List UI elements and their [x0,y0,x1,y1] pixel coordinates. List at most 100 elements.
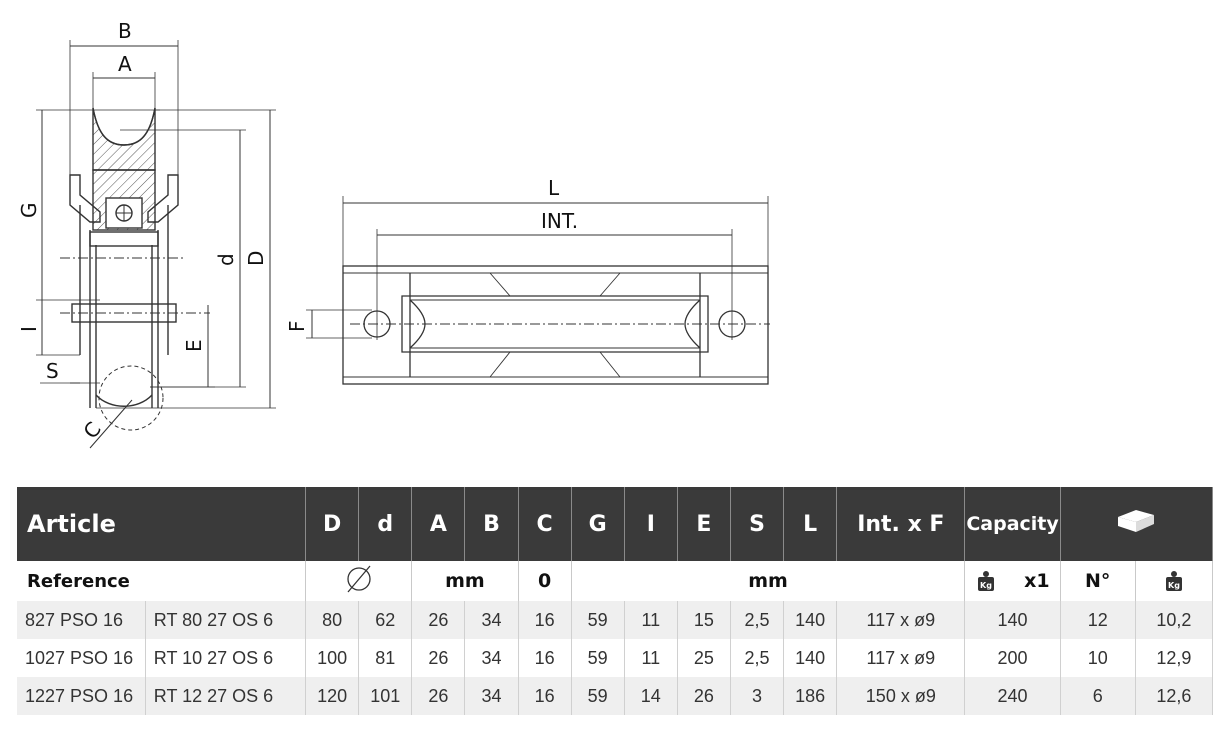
cell-D: 120 [305,677,360,715]
technical-drawing: B A G d D I E S C L INT. F [17,19,770,449]
dim-label-i: I [17,326,41,332]
units-capacity: Kg x1 [964,561,1061,601]
units-count: N° [1060,561,1136,601]
cell-d: 101 [358,677,413,715]
cell-intf: 117 x ø9 [836,639,966,677]
cell-I: 11 [624,639,678,677]
top-view-labels: L INT. F [285,176,578,332]
top-view [306,196,770,385]
col-header-d: d [358,487,413,561]
cell-ref2: RT 10 27 OS 6 [145,639,307,677]
col-header-C: C [518,487,572,561]
col-header-B: B [464,487,519,561]
cell-count: 12 [1060,601,1136,639]
cell-weight: 10,2 [1135,601,1214,639]
units-reference: Reference [17,561,307,601]
units-x1: x1 [1024,569,1050,592]
cell-L: 186 [783,677,838,715]
col-header-capacity: Capacity [964,487,1061,561]
units-mm-gl: mm [571,561,966,601]
cell-D: 80 [305,601,360,639]
cell-S: 3 [730,677,785,715]
units-diameter [305,561,413,601]
table-row: 827 PSO 16 RT 80 27 OS 6 80 62 26 34 16 … [17,601,1214,639]
weight-kg-icon: Kg [978,571,995,592]
side-view-labels: B A G d D I E S C [17,19,268,443]
cell-G: 59 [571,677,625,715]
cell-intf: 150 x ø9 [836,677,966,715]
cell-count: 6 [1060,677,1136,715]
dim-label-int: INT. [541,209,578,233]
dim-label-b: B [118,19,132,43]
cell-weight: 12,6 [1135,677,1214,715]
cell-ref: 1027 PSO 16 [17,639,146,677]
cell-B: 34 [464,677,519,715]
cell-G: 59 [571,601,625,639]
cell-C: 16 [518,677,572,715]
col-header-I: I [624,487,678,561]
cell-weight: 12,9 [1135,639,1214,677]
cell-B: 34 [464,601,519,639]
table-row: 1027 PSO 16 RT 10 27 OS 6 100 81 26 34 1… [17,639,1214,677]
svg-text:Kg: Kg [980,581,992,590]
cell-C: 16 [518,601,572,639]
col-header-article: Article [17,487,307,561]
dim-label-l: L [548,176,560,200]
cell-ref2: RT 80 27 OS 6 [145,601,307,639]
col-header-packaging [1060,487,1214,561]
col-header-D: D [305,487,360,561]
cell-E: 26 [677,677,731,715]
cell-count: 10 [1060,639,1136,677]
cell-intf: 117 x ø9 [836,601,966,639]
cell-capacity: 240 [964,677,1061,715]
col-header-intf: Int. x F [836,487,966,561]
cell-L: 140 [783,639,838,677]
table-header-row: Article D d A B C G I E S L Int. x F Cap… [17,487,1214,561]
side-view [36,40,276,449]
cell-d: 62 [358,601,413,639]
col-header-S: S [730,487,785,561]
col-header-A: A [411,487,466,561]
cell-capacity: 200 [964,639,1061,677]
cell-I: 14 [624,677,678,715]
cell-D: 100 [305,639,360,677]
cell-ref: 827 PSO 16 [17,601,146,639]
cell-B: 34 [464,639,519,677]
cell-G: 59 [571,639,625,677]
cell-ref2: RT 12 27 OS 6 [145,677,307,715]
diameter-icon [347,565,371,592]
cell-C: 16 [518,639,572,677]
units-mm-ab: mm [411,561,519,601]
cell-S: 2,5 [730,601,785,639]
box-icon [1118,510,1155,532]
weight-kg-icon: Kg [1165,571,1182,592]
cell-S: 2,5 [730,639,785,677]
dim-label-a: A [118,52,132,76]
col-header-L: L [783,487,838,561]
units-weight: Kg [1135,561,1214,601]
col-header-G: G [571,487,625,561]
dim-label-d-large: D [244,251,268,266]
cell-A: 26 [411,601,466,639]
cell-L: 140 [783,601,838,639]
dim-label-c: C [78,417,105,443]
cell-d: 81 [358,639,413,677]
table-row: 1227 PSO 16 RT 12 27 OS 6 120 101 26 34 … [17,677,1214,715]
cell-I: 11 [624,601,678,639]
table-units-row: Reference mm 0 mm Kg x1 N° Kg [17,561,1214,601]
dim-label-f: F [285,320,309,332]
dim-label-g: G [17,203,41,219]
spec-table: Article D d A B C G I E S L Int. x F Cap… [17,487,1214,715]
cell-E: 25 [677,639,731,677]
cell-A: 26 [411,639,466,677]
dim-label-e: E [182,339,206,352]
units-zero: 0 [518,561,572,601]
cell-ref: 1227 PSO 16 [17,677,146,715]
dim-label-d-small: d [214,253,238,266]
cell-A: 26 [411,677,466,715]
cell-capacity: 140 [964,601,1061,639]
dim-label-s: S [46,359,59,383]
svg-text:Kg: Kg [1168,581,1180,590]
col-header-E: E [677,487,731,561]
cell-E: 15 [677,601,731,639]
